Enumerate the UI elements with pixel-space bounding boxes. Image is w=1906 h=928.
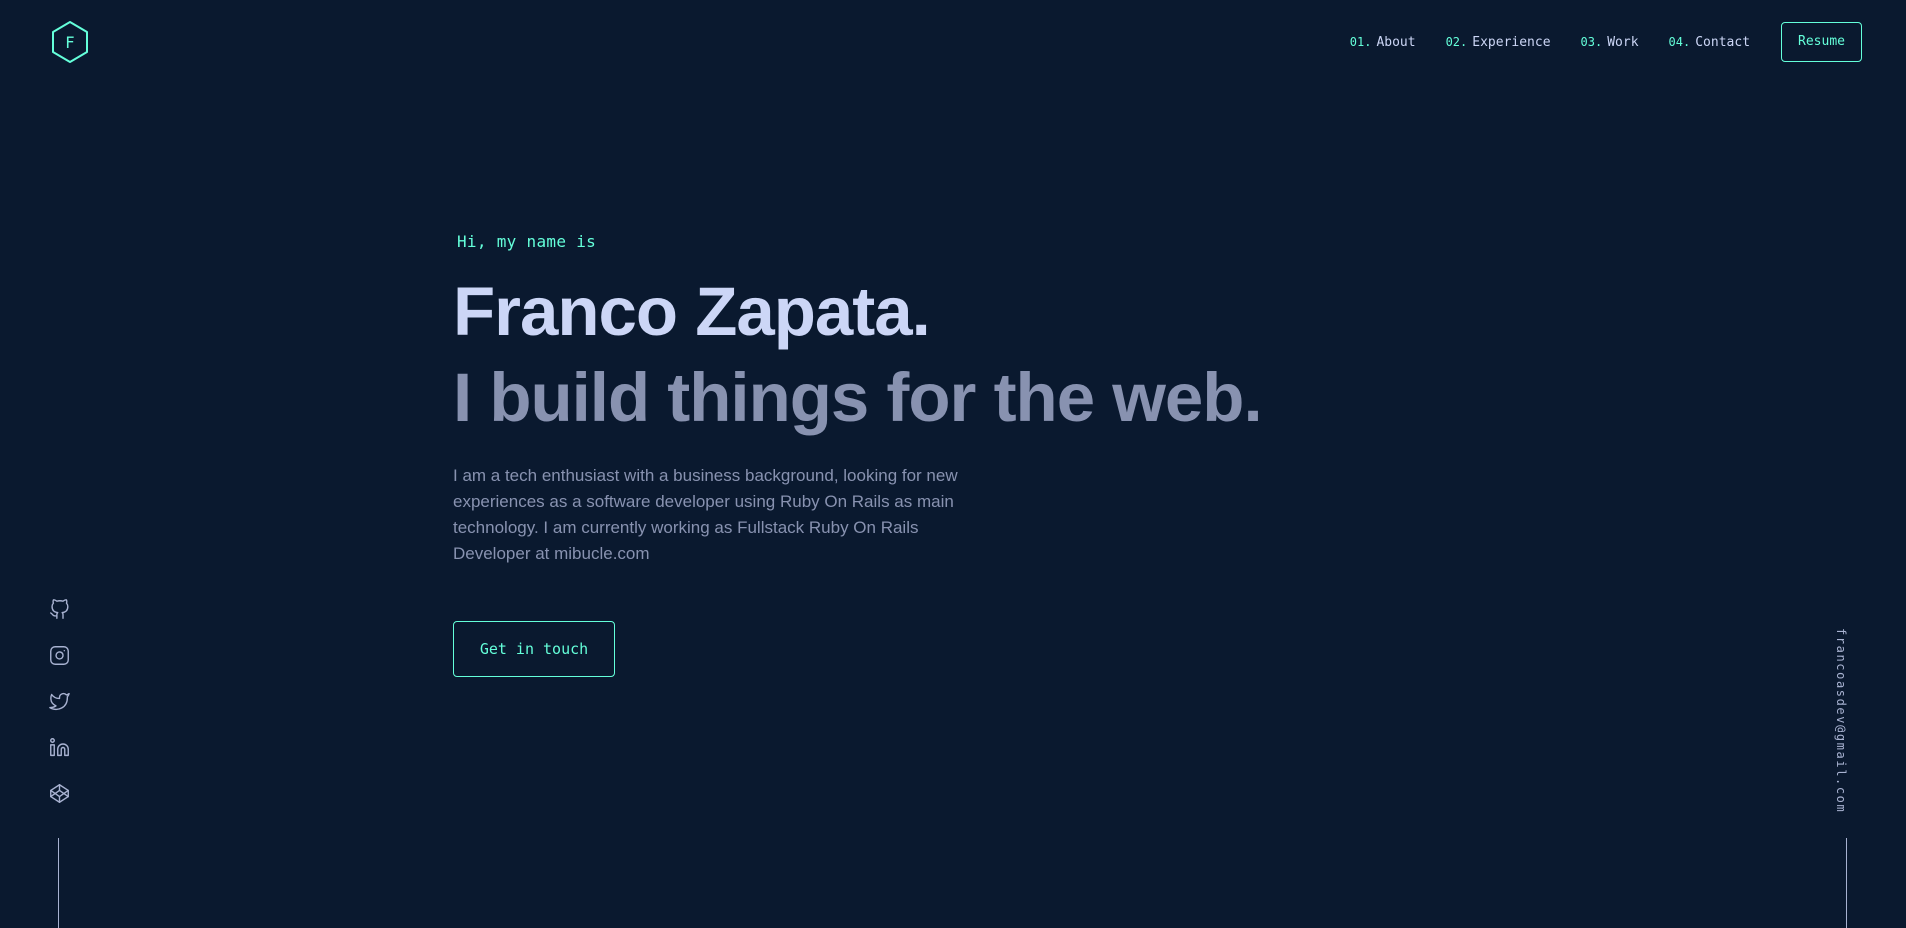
social-links: [46, 596, 72, 826]
resume-button[interactable]: Resume: [1781, 22, 1862, 62]
hero-intro: I am a tech enthusiast with a business b…: [453, 466, 958, 563]
logo-letter: F: [65, 32, 75, 52]
logo-link[interactable]: F: [50, 20, 90, 64]
nav-label: About: [1376, 34, 1416, 50]
nav-number: 04.: [1668, 34, 1691, 49]
right-vertical-line: [1846, 838, 1847, 928]
instagram-link[interactable]: [46, 642, 72, 668]
nav-item-contact[interactable]: 04. Contact: [1669, 35, 1750, 50]
nav-item-work[interactable]: 03. Work: [1581, 35, 1639, 50]
hero-tagline: I build things for the web.: [453, 359, 1263, 436]
twitter-link[interactable]: [46, 688, 72, 714]
instagram-icon: [49, 645, 69, 665]
codepen-link[interactable]: [46, 780, 72, 806]
nav-number: 01.: [1349, 34, 1372, 49]
main-nav: 01. About 02. Experience 03. Work 04. Co…: [1350, 22, 1862, 62]
hero-name: Franco Zapata.: [453, 273, 931, 350]
linkedin-icon: [49, 737, 69, 756]
linkedin-link[interactable]: [46, 734, 72, 760]
left-vertical-line: [58, 838, 59, 928]
codepen-icon: [49, 783, 69, 803]
get-in-touch-button[interactable]: Get in touch: [453, 621, 615, 677]
nav-number: 03.: [1580, 34, 1603, 49]
nav-number: 02.: [1445, 34, 1468, 49]
email-link[interactable]: francoasdev@gmail.com: [1834, 628, 1848, 813]
github-icon: [49, 598, 69, 619]
hero-section: Hi, my name is Franco Zapata. I build th…: [453, 232, 1353, 677]
hero-greeting: Hi, my name is: [457, 232, 597, 251]
nav-label: Work: [1607, 34, 1639, 50]
nav-item-about[interactable]: 01. About: [1350, 35, 1416, 50]
nav-item-experience[interactable]: 02. Experience: [1446, 35, 1551, 50]
nav-label: Contact: [1695, 34, 1751, 50]
nav-label: Experience: [1472, 34, 1551, 50]
github-link[interactable]: [46, 596, 72, 622]
twitter-icon: [48, 692, 70, 710]
